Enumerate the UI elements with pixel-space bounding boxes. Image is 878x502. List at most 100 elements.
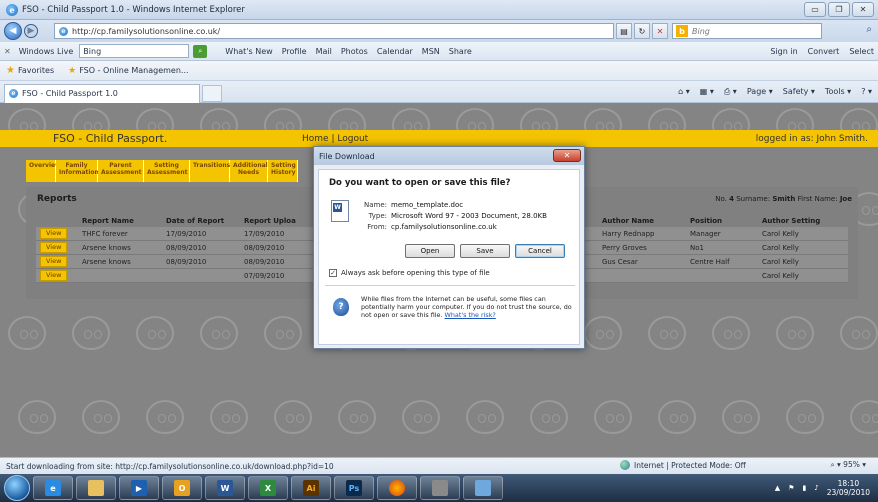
- col-date-of-report: Date of Report: [166, 217, 225, 225]
- file-type-label: Type:: [368, 212, 387, 220]
- safety-menu[interactable]: Safety ▾: [783, 87, 815, 97]
- view-button[interactable]: View: [40, 228, 68, 239]
- browser-tab[interactable]: e FSO - Child Passport 1.0: [4, 83, 200, 103]
- risk-link[interactable]: What's the risk?: [445, 311, 496, 319]
- sign-in-link[interactable]: Sign in: [770, 47, 797, 56]
- taskbar-photoshop[interactable]: Ps: [334, 476, 374, 500]
- dialog-buttons: Open Save Cancel: [405, 244, 565, 258]
- minimize-button[interactable]: ▭: [804, 2, 826, 17]
- app-brand: FSO - Child Passport.: [53, 132, 168, 145]
- feeds-icon[interactable]: ▦ ▾: [700, 87, 714, 97]
- live-link-photos[interactable]: Photos: [341, 47, 368, 56]
- tab-family-information[interactable]: Family Information: [56, 160, 99, 182]
- taskbar-illustrator[interactable]: Ai: [291, 476, 331, 500]
- report-date-cell: 08/09/2010: [162, 254, 240, 269]
- flag-icon[interactable]: ⚑: [788, 484, 794, 492]
- network-icon[interactable]: ▮: [802, 484, 806, 492]
- status-bar: Start downloading from site: http://cp.f…: [0, 457, 878, 474]
- home-icon[interactable]: ⌂ ▾: [678, 87, 690, 97]
- window-thumbnail-icon: [475, 480, 491, 496]
- cancel-button[interactable]: Cancel: [515, 244, 565, 258]
- live-link-calendar[interactable]: Calendar: [377, 47, 413, 56]
- report-name-cell: [78, 268, 162, 283]
- app-header: FSO - Child Passport. Home | Logout logg…: [0, 130, 878, 147]
- save-button[interactable]: Save: [460, 244, 510, 258]
- live-link-msn[interactable]: MSN: [422, 47, 440, 56]
- dialog-question: Do you want to open or save this file?: [329, 178, 511, 188]
- help-icon[interactable]: ? ▾: [861, 87, 872, 97]
- live-link-whatsnew[interactable]: What's New: [225, 47, 272, 56]
- favorites-button[interactable]: Favorites: [18, 66, 54, 75]
- live-link-share[interactable]: Share: [449, 47, 472, 56]
- view-button[interactable]: View: [40, 242, 68, 253]
- forward-button[interactable]: ▶: [24, 24, 38, 38]
- tray-up-icon[interactable]: ▲: [775, 484, 780, 492]
- tab-setting-history[interactable]: Setting History: [268, 160, 298, 182]
- tab-overview[interactable]: Overview: [26, 160, 61, 182]
- page-menu[interactable]: Page ▾: [747, 87, 773, 97]
- dialog-close-button[interactable]: ✕: [553, 149, 581, 162]
- taskbar-app[interactable]: [420, 476, 460, 500]
- view-cell: View: [36, 254, 78, 269]
- new-tab-button[interactable]: [202, 84, 222, 102]
- tab-setting-assessment[interactable]: Setting Assessment: [144, 160, 190, 182]
- add-favorite-icon[interactable]: ★: [68, 66, 76, 76]
- favorite-item[interactable]: FSO - Online Managemen...: [79, 66, 188, 75]
- volume-icon[interactable]: ♪: [814, 484, 818, 492]
- taskbar-explorer[interactable]: [76, 476, 116, 500]
- taskbar-ie[interactable]: e: [33, 476, 73, 500]
- always-ask-checkbox[interactable]: ✓: [329, 269, 337, 277]
- tab-transitions[interactable]: Transitions: [190, 160, 230, 182]
- reports-title: Reports: [37, 194, 77, 204]
- egg-face-pattern: [136, 316, 174, 350]
- taskbar-window[interactable]: [463, 476, 503, 500]
- taskbar-media-player[interactable]: ▶: [119, 476, 159, 500]
- live-search-go-icon[interactable]: ⌕: [193, 44, 208, 58]
- taskbar-word[interactable]: W: [205, 476, 245, 500]
- select-button[interactable]: Select: [849, 47, 874, 56]
- address-tools: ▤ ↻ ✕: [616, 23, 668, 39]
- taskbar-excel[interactable]: X: [248, 476, 288, 500]
- maximize-button[interactable]: ❐: [828, 2, 850, 17]
- patient-no-label: No.: [715, 195, 727, 203]
- view-button[interactable]: View: [40, 270, 68, 281]
- convert-button[interactable]: Convert: [808, 47, 840, 56]
- back-button[interactable]: ◀: [4, 22, 22, 40]
- egg-face-pattern: [712, 316, 750, 350]
- tab-bar: e FSO - Child Passport 1.0 ⌂ ▾ ▦ ▾ ⎙ ▾ P…: [0, 81, 878, 103]
- app-icon: [432, 480, 448, 496]
- tab-additional-needs[interactable]: Additional Needs: [230, 160, 268, 182]
- address-field[interactable]: e http://cp.familysolutionsonline.co.uk/: [54, 23, 614, 39]
- live-link-profile[interactable]: Profile: [282, 47, 307, 56]
- start-button[interactable]: [4, 475, 30, 501]
- open-button[interactable]: Open: [405, 244, 455, 258]
- clock[interactable]: 18:10 23/09/2010: [827, 479, 870, 497]
- close-window-button[interactable]: ✕: [852, 2, 874, 17]
- security-zone[interactable]: Internet | Protected Mode: Off: [620, 460, 746, 470]
- file-info: Name: memo_template.doc Type: Microsoft Wo…: [361, 200, 547, 233]
- compat-view-icon[interactable]: ▤: [616, 23, 632, 39]
- view-button[interactable]: View: [40, 256, 68, 267]
- egg-face-pattern: [18, 400, 56, 434]
- close-toolbar-icon[interactable]: ✕: [4, 47, 11, 56]
- report-date-cell: 08/09/2010: [162, 240, 240, 255]
- firstname-value: Joe: [839, 195, 852, 203]
- tab-parent-assessment[interactable]: Parent Assessment: [98, 160, 144, 182]
- print-icon[interactable]: ⎙ ▾: [724, 87, 737, 97]
- security-warning: While files from the Internet can be use…: [361, 295, 573, 319]
- refresh-icon[interactable]: ↻: [634, 23, 650, 39]
- home-link[interactable]: Home: [302, 134, 329, 144]
- search-input[interactable]: b Bing: [672, 23, 822, 39]
- taskbar-firefox[interactable]: [377, 476, 417, 500]
- tools-menu[interactable]: Tools ▾: [825, 87, 851, 97]
- taskbar-outlook[interactable]: O: [162, 476, 202, 500]
- search-go-icon[interactable]: ⌕: [866, 24, 872, 35]
- live-link-mail[interactable]: Mail: [316, 47, 332, 56]
- logout-link[interactable]: Logout: [337, 134, 368, 144]
- stop-icon[interactable]: ✕: [652, 23, 668, 39]
- egg-face-pattern: [840, 316, 878, 350]
- live-search-input[interactable]: Bing: [79, 44, 190, 58]
- command-bar: ⌂ ▾ ▦ ▾ ⎙ ▾ Page ▾ Safety ▾ Tools ▾ ? ▾: [678, 87, 878, 97]
- zoom-level[interactable]: ⌕ ▾ 95% ▾: [830, 460, 866, 470]
- author-name-cell: Perry Groves: [598, 240, 686, 255]
